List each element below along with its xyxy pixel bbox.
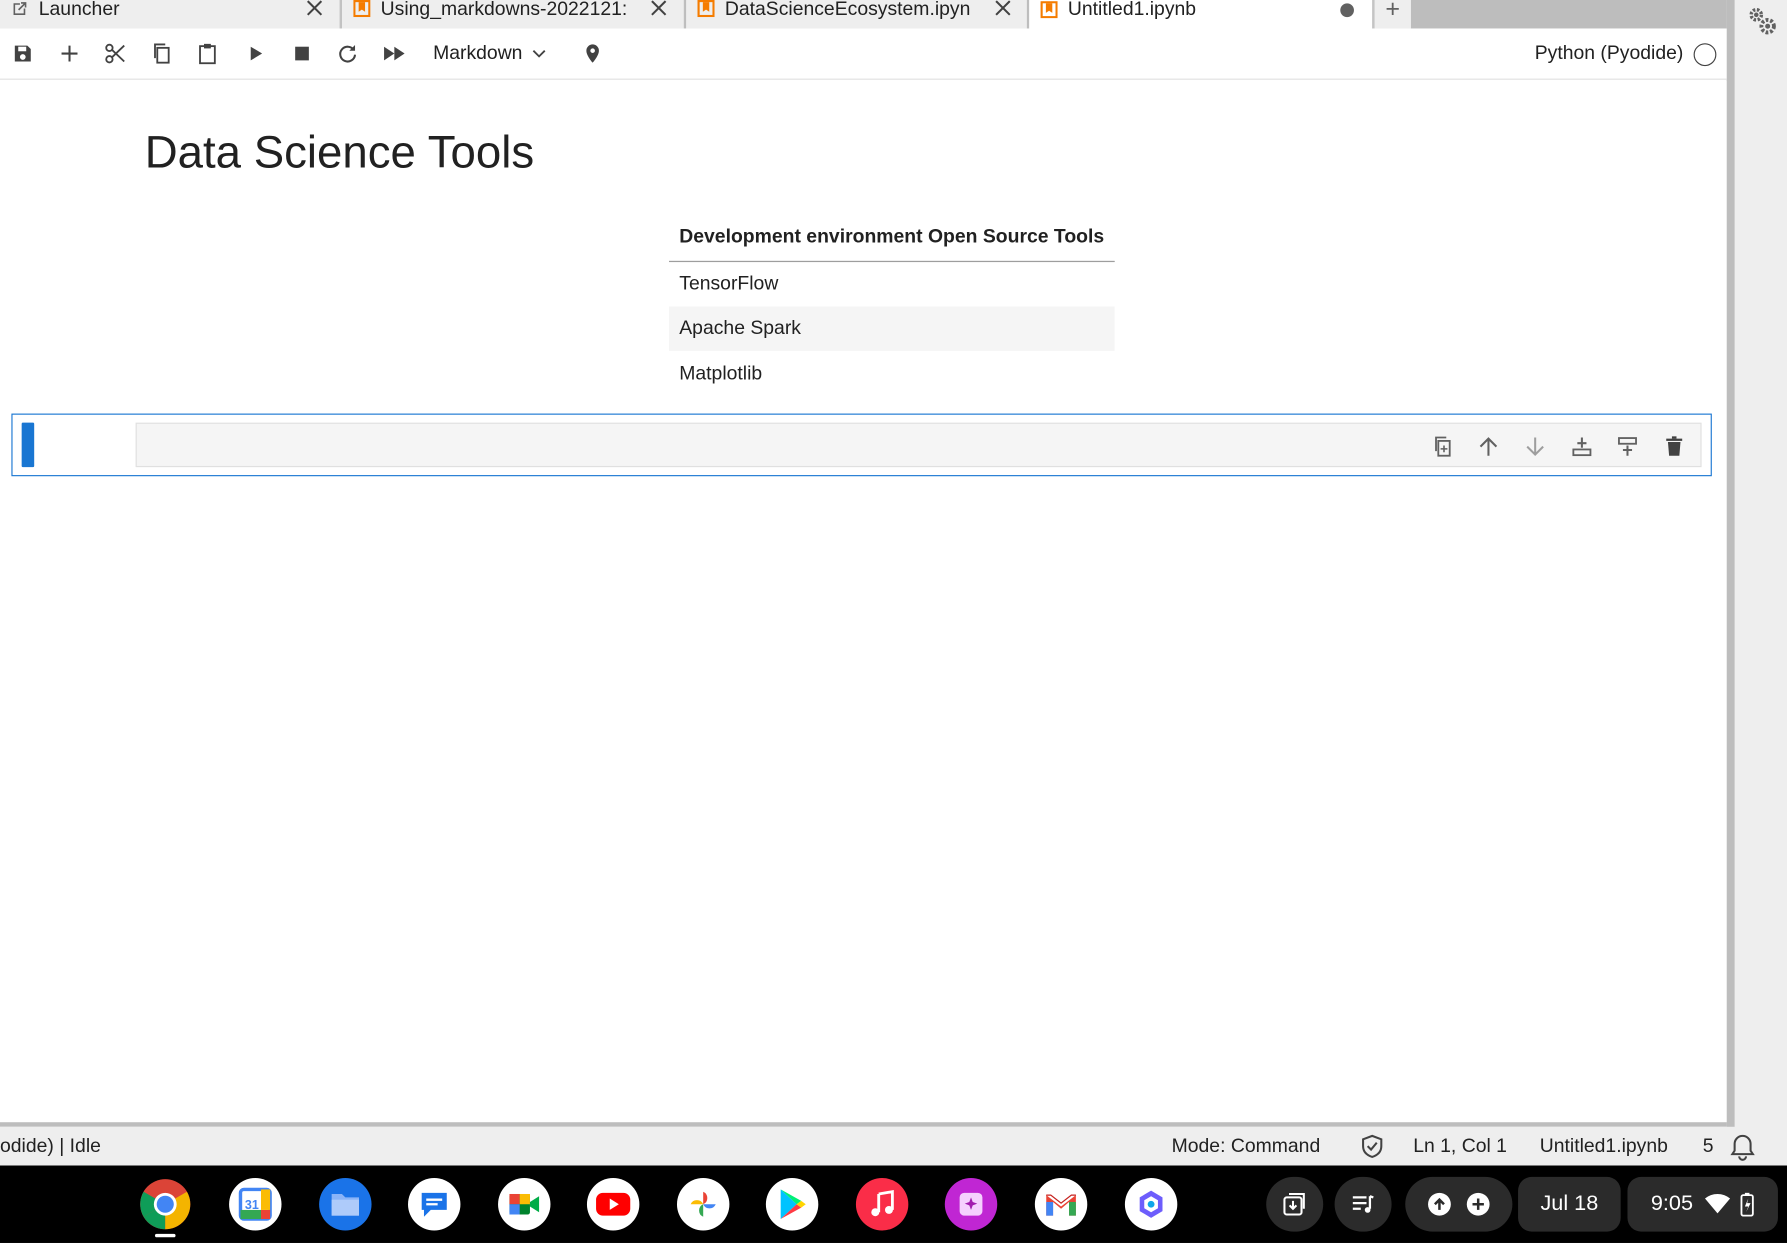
- media-controls-icon[interactable]: [1334, 1176, 1392, 1232]
- add-circle-icon[interactable]: [1466, 1192, 1491, 1217]
- notebook-icon: [1040, 0, 1058, 18]
- fast-forward-icon[interactable]: [382, 41, 407, 66]
- location-pin-icon[interactable]: [580, 41, 605, 66]
- tab-using-markdowns[interactable]: Using_markdowns-2022121:: [341, 0, 685, 29]
- property-inspector-gear-icon[interactable]: [1746, 5, 1778, 37]
- chrome-icon[interactable]: [139, 1178, 191, 1230]
- shield-check-icon[interactable]: [1360, 1134, 1385, 1165]
- paste-icon[interactable]: [195, 41, 220, 66]
- status-bar: odide) | Idle Mode: Command Ln 1, Col 1 …: [0, 1126, 1787, 1167]
- chevron-down-icon: [533, 50, 546, 58]
- cell-editor[interactable]: [135, 422, 1702, 468]
- tab-launcher[interactable]: Launcher: [0, 0, 341, 29]
- calendar-icon[interactable]: 31: [229, 1178, 282, 1231]
- external-link-icon: [11, 0, 28, 17]
- table-row: Matplotlib: [669, 351, 1114, 396]
- notification-count[interactable]: 5: [1703, 1135, 1714, 1158]
- run-icon[interactable]: [243, 41, 268, 66]
- tab-label: Using_markdowns-2022121:: [380, 0, 628, 19]
- notebook-icon: [353, 0, 371, 18]
- cell-type-label: Markdown: [433, 42, 523, 64]
- duplicate-icon[interactable]: [1429, 433, 1456, 460]
- markdown-heading: Data Science Tools: [144, 127, 535, 178]
- table-row: TensorFlow: [669, 261, 1114, 306]
- gallery-icon[interactable]: [944, 1178, 998, 1231]
- running-indicator: [154, 1233, 176, 1238]
- plus-icon: +: [1385, 0, 1401, 23]
- kernel-name[interactable]: Python (Pyodide): [1535, 42, 1684, 65]
- restart-icon[interactable]: [335, 41, 360, 66]
- os-shelf: 31 Jul 18 9:05: [0, 1165, 1787, 1243]
- delete-icon[interactable]: [1661, 433, 1688, 460]
- mode-indicator: Mode: Command: [1171, 1134, 1321, 1157]
- insert-above-icon[interactable]: [1568, 433, 1595, 460]
- battery-charging-icon: [1741, 1192, 1755, 1217]
- save-icon[interactable]: [10, 41, 35, 66]
- system-tray[interactable]: 9:05: [1627, 1176, 1778, 1232]
- close-icon[interactable]: [305, 0, 323, 17]
- close-icon[interactable]: [650, 0, 668, 17]
- copy-icon[interactable]: [149, 41, 174, 66]
- active-cell[interactable]: [11, 413, 1712, 477]
- tray-actions[interactable]: [1405, 1176, 1513, 1232]
- bell-icon[interactable]: [1728, 1132, 1758, 1167]
- cut-icon[interactable]: [103, 41, 128, 66]
- tab-label: Launcher: [38, 0, 120, 19]
- table-header: Development environment Open Source Tool…: [669, 215, 1115, 262]
- kernel-status-text[interactable]: odide) | Idle: [0, 1135, 101, 1158]
- notebook-panel: Data Science Tools Development environme…: [0, 80, 1727, 1123]
- add-cell-icon[interactable]: [57, 41, 82, 66]
- notebook-icon: [697, 0, 715, 18]
- cursor-position[interactable]: Ln 1, Col 1: [1413, 1135, 1507, 1158]
- unsaved-dot-icon[interactable]: [1338, 1, 1356, 19]
- current-filename: Untitled1.ipynb: [1539, 1134, 1668, 1157]
- date-label: Jul 18: [1540, 1191, 1599, 1216]
- meet-icon[interactable]: [498, 1178, 551, 1231]
- gmail-icon[interactable]: [1034, 1178, 1088, 1231]
- cell-collapser[interactable]: [21, 422, 35, 468]
- new-tab-button[interactable]: +: [1374, 0, 1411, 29]
- stop-icon[interactable]: [289, 41, 314, 66]
- table-row: Apache Spark: [669, 305, 1115, 351]
- date-pod[interactable]: Jul 18: [1518, 1176, 1621, 1232]
- insert-below-icon[interactable]: [1614, 433, 1641, 460]
- tab-bar: Launcher Using_markdowns-2022121: DataSc…: [0, 0, 1787, 30]
- notebook-toolbar: Markdown Python (Pyodide): [0, 28, 1727, 80]
- table-cell: Matplotlib: [679, 362, 763, 384]
- photos-icon[interactable]: [676, 1178, 730, 1231]
- upload-icon[interactable]: [1427, 1192, 1452, 1217]
- tab-label: DataScienceEcosystem.ipyn: [724, 0, 971, 19]
- table-cell: TensorFlow: [679, 272, 779, 294]
- holding-space-icon[interactable]: [1266, 1176, 1324, 1232]
- youtube-icon[interactable]: [586, 1178, 640, 1231]
- music-icon[interactable]: [855, 1178, 909, 1231]
- wifi-icon: [1705, 1193, 1731, 1214]
- markdown-table: Development environment Open Source Tool…: [669, 215, 1115, 396]
- screen: Launcher Using_markdowns-2022121: DataSc…: [0, 0, 1787, 1243]
- files-icon[interactable]: [319, 1178, 372, 1231]
- right-sidebar: [1726, 0, 1787, 1165]
- copilot-icon[interactable]: [1124, 1178, 1178, 1231]
- kernel-status-idle-icon: [1693, 43, 1717, 67]
- calendar-day: 31: [245, 1198, 259, 1212]
- move-down-icon[interactable]: [1521, 433, 1548, 460]
- table-cell: Apache Spark: [669, 305, 1115, 351]
- play-store-icon[interactable]: [765, 1178, 819, 1231]
- tab-label: Untitled1.ipynb: [1067, 0, 1197, 20]
- clock-label: 9:05: [1650, 1191, 1694, 1216]
- tab-untitled1[interactable]: Untitled1.ipynb: [1029, 0, 1374, 30]
- close-icon[interactable]: [994, 0, 1012, 17]
- cell-type-dropdown[interactable]: Markdown: [424, 40, 557, 67]
- move-up-icon[interactable]: [1475, 433, 1502, 460]
- tab-datascienceecosystem[interactable]: DataScienceEcosystem.ipyn: [686, 0, 1029, 29]
- messages-icon[interactable]: [408, 1178, 461, 1231]
